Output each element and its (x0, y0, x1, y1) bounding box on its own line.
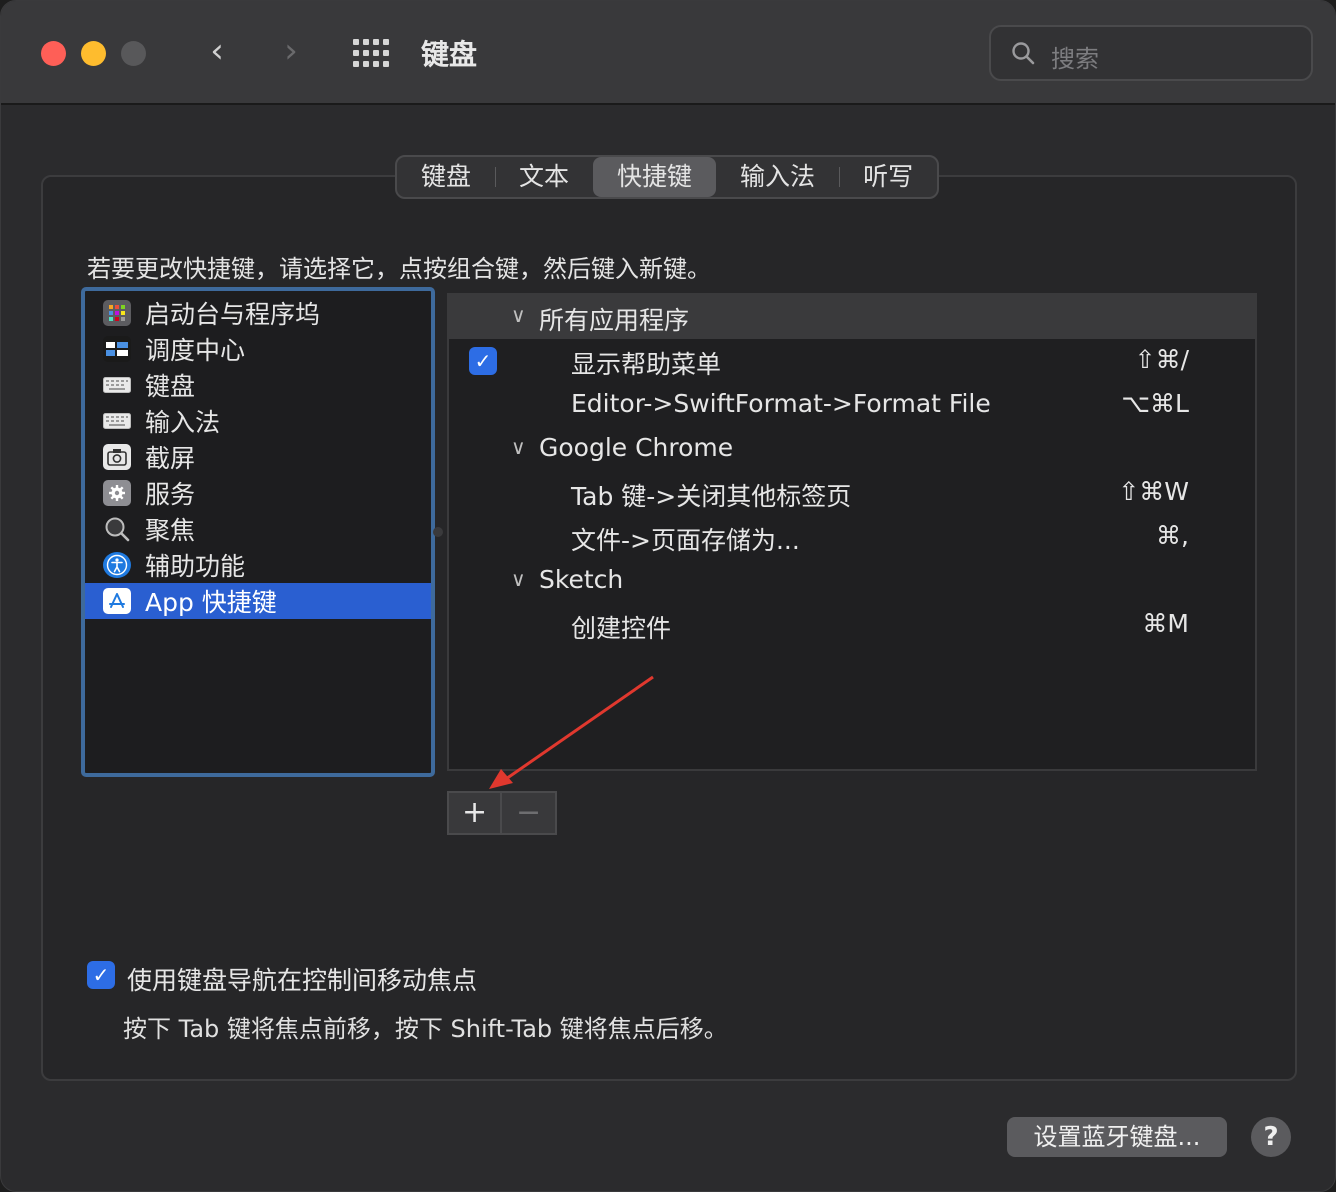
shortcut-row[interactable]: 文件->页面存储为... ⌘, (449, 515, 1255, 559)
category-label: 辅助功能 (145, 552, 246, 581)
category-keyboard[interactable]: 键盘 (85, 367, 431, 403)
category-label: 服务 (145, 480, 196, 509)
category-spotlight[interactable]: 聚焦 (85, 511, 431, 547)
keyboard-navigation-label[interactable]: 使用键盘导航在控制间移动焦点 (127, 961, 477, 997)
screenshot-icon (103, 444, 131, 470)
category-screenshots[interactable]: 截屏 (85, 439, 431, 475)
services-gear-icon (103, 480, 131, 506)
category-services[interactable]: 服务 (85, 475, 431, 511)
zoom-button[interactable] (121, 41, 146, 66)
shortcut-keys[interactable]: ⇧⌘W (1118, 477, 1189, 506)
keyboard-icon (103, 372, 131, 398)
group-row-sketch[interactable]: ∨ Sketch (449, 559, 1255, 603)
shortcut-keys[interactable]: ⌘M (1142, 609, 1189, 638)
window-title: 键盘 (421, 38, 478, 71)
annotation-arrow (489, 675, 654, 789)
close-button[interactable] (41, 41, 66, 66)
group-label: Google Chrome (539, 433, 734, 462)
accessibility-icon (103, 552, 131, 578)
splitter-handle[interactable] (433, 527, 443, 537)
shortcut-name: Editor->SwiftFormat->Format File (571, 389, 991, 418)
help-button[interactable]: ? (1251, 1117, 1291, 1157)
shortcut-row[interactable]: ✓ 显示帮助菜单 ⇧⌘/ (449, 339, 1255, 383)
spotlight-icon (103, 516, 131, 542)
category-list: 启动台与程序坞 调度中心 键盘 输入法 截屏 服务 聚焦 辅助功能 App 快捷… (81, 287, 435, 777)
tab-bar: 键盘 文本 快捷键 输入法 听写 (395, 155, 940, 199)
category-accessibility[interactable]: 辅助功能 (85, 547, 431, 583)
add-remove-controls: + − (447, 791, 557, 835)
setup-bluetooth-keyboard-button[interactable]: 设置蓝牙键盘... (1007, 1117, 1227, 1157)
shortcut-name: 显示帮助菜单 (571, 350, 722, 379)
search-icon (1012, 42, 1035, 65)
tab-shortcuts[interactable]: 快捷键 (593, 157, 717, 197)
shortcut-keys[interactable]: ⌘, (1156, 521, 1189, 550)
show-all-grid-icon[interactable] (353, 39, 391, 67)
tab-input-sources[interactable]: 输入法 (716, 157, 839, 197)
shortcut-name: 文件->页面存储为... (571, 526, 800, 555)
category-label: 输入法 (145, 408, 221, 437)
category-app-shortcuts[interactable]: App 快捷键 (85, 583, 431, 619)
shortcut-keys[interactable]: ⌥⌘L (1121, 389, 1189, 418)
category-label: 截屏 (145, 444, 196, 473)
category-input-sources[interactable]: 输入法 (85, 403, 431, 439)
group-label: Sketch (539, 565, 624, 594)
group-row-google-chrome[interactable]: ∨ Google Chrome (449, 427, 1255, 471)
mission-control-icon (103, 336, 131, 362)
shortcut-name: Tab 键->关闭其他标签页 (571, 482, 852, 511)
launchpad-icon (103, 300, 131, 326)
chevron-down-icon[interactable]: ∨ (511, 435, 526, 459)
search-field[interactable]: 搜索 (989, 25, 1313, 81)
shortcut-row[interactable]: Tab 键->关闭其他标签页 ⇧⌘W (449, 471, 1255, 515)
chevron-down-icon[interactable]: ∨ (511, 567, 526, 591)
group-label: 所有应用程序 (539, 306, 690, 335)
category-label: 键盘 (145, 372, 196, 401)
shortcut-keys[interactable]: ⇧⌘/ (1135, 345, 1189, 374)
tab-text[interactable]: 文本 (495, 157, 593, 197)
tab-keyboard[interactable]: 键盘 (397, 157, 495, 197)
chevron-down-icon[interactable]: ∨ (511, 303, 526, 327)
category-label: 调度中心 (145, 336, 246, 365)
back-chevron-icon[interactable]: ‹ (197, 33, 237, 73)
category-launchpad[interactable]: 启动台与程序坞 (85, 295, 431, 331)
search-input[interactable]: 搜索 (1051, 39, 1099, 74)
shortcut-enabled-checkbox[interactable]: ✓ (469, 347, 497, 375)
category-mission-control[interactable]: 调度中心 (85, 331, 431, 367)
minimize-button[interactable] (81, 41, 106, 66)
group-row-all-apps[interactable]: ∨ 所有应用程序 (449, 295, 1255, 339)
tab-dictation[interactable]: 听写 (839, 157, 937, 197)
title-bar: ‹ › 键盘 搜索 (1, 1, 1335, 105)
input-source-icon (103, 408, 131, 434)
keyboard-navigation-checkbox[interactable]: ✓ (87, 961, 115, 989)
app-store-icon (103, 588, 131, 614)
category-label: 聚焦 (145, 516, 196, 545)
category-label: App 快捷键 (145, 588, 277, 617)
keyboard-navigation-hint: 按下 Tab 键将焦点前移，按下 Shift-Tab 键将焦点后移。 (123, 1015, 728, 1043)
remove-shortcut-button[interactable]: − (502, 793, 555, 833)
shortcut-row[interactable]: Editor->SwiftFormat->Format File ⌥⌘L (449, 383, 1255, 427)
shortcut-name: 创建控件 (571, 614, 672, 643)
shortcut-row[interactable]: 创建控件 ⌘M (449, 603, 1255, 647)
instruction-text: 若要更改快捷键，请选择它，点按组合键，然后键入新键。 (87, 255, 711, 283)
category-label: 启动台与程序坞 (145, 300, 321, 329)
preferences-window: ‹ › 键盘 搜索 键盘 文本 快捷键 输入法 听写 若要更改快捷键，请选择它，… (0, 0, 1336, 1192)
add-shortcut-button[interactable]: + (449, 793, 503, 833)
forward-chevron-icon[interactable]: › (271, 33, 311, 73)
